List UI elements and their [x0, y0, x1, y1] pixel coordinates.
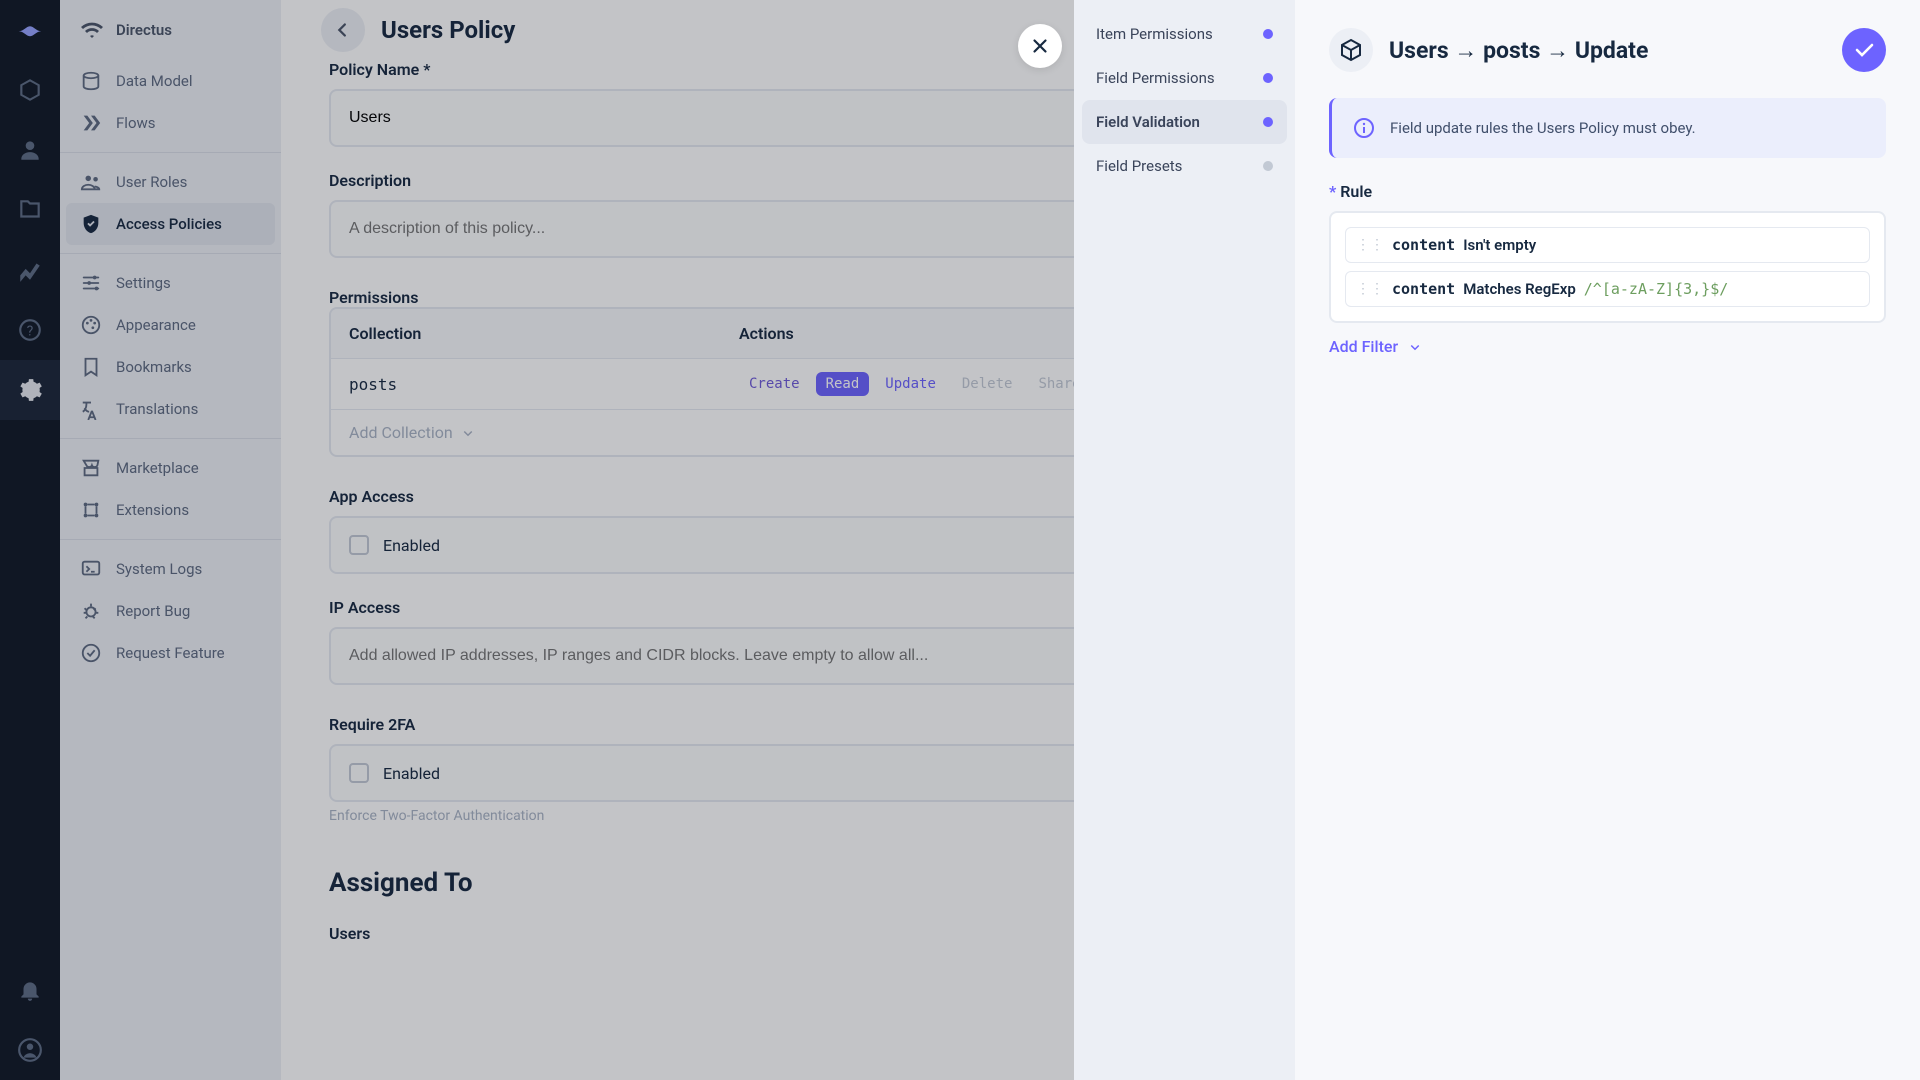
close-button[interactable]: [1018, 24, 1062, 68]
drag-handle-icon[interactable]: ⋮⋮: [1356, 237, 1384, 253]
info-icon: [1352, 116, 1376, 140]
drag-handle-icon[interactable]: ⋮⋮: [1356, 281, 1384, 297]
tab-item-permissions[interactable]: Item Permissions: [1082, 12, 1287, 56]
tab-field-presets[interactable]: Field Presets: [1082, 144, 1287, 188]
drawer-title: Users → posts → Update: [1389, 37, 1648, 64]
rule-row[interactable]: ⋮⋮ content Matches RegExp /^[a-zA-Z]{3,}…: [1345, 271, 1870, 307]
add-filter-button[interactable]: Add Filter: [1329, 337, 1886, 356]
tab-field-validation[interactable]: Field Validation: [1082, 100, 1287, 144]
save-button[interactable]: [1842, 28, 1886, 72]
cube-icon: [1329, 28, 1373, 72]
drawer-nav: Item Permissions Field Permissions Field…: [1074, 0, 1295, 1080]
rule-label: Rule: [1329, 182, 1886, 201]
status-dot-icon: [1263, 161, 1273, 171]
close-icon: [1029, 35, 1051, 57]
rule-builder: ⋮⋮ content Isn't empty ⋮⋮ content Matche…: [1329, 211, 1886, 323]
check-icon: [1852, 38, 1876, 62]
rule-row[interactable]: ⋮⋮ content Isn't empty: [1345, 227, 1870, 263]
status-dot-icon: [1263, 117, 1273, 127]
tab-field-permissions[interactable]: Field Permissions: [1082, 56, 1287, 100]
status-dot-icon: [1263, 29, 1273, 39]
drawer-panel: Users → posts → Update Field update rule…: [1295, 0, 1920, 1080]
info-banner: Field update rules the Users Policy must…: [1329, 98, 1886, 158]
chevron-down-icon: [1406, 338, 1424, 356]
status-dot-icon: [1263, 73, 1273, 83]
